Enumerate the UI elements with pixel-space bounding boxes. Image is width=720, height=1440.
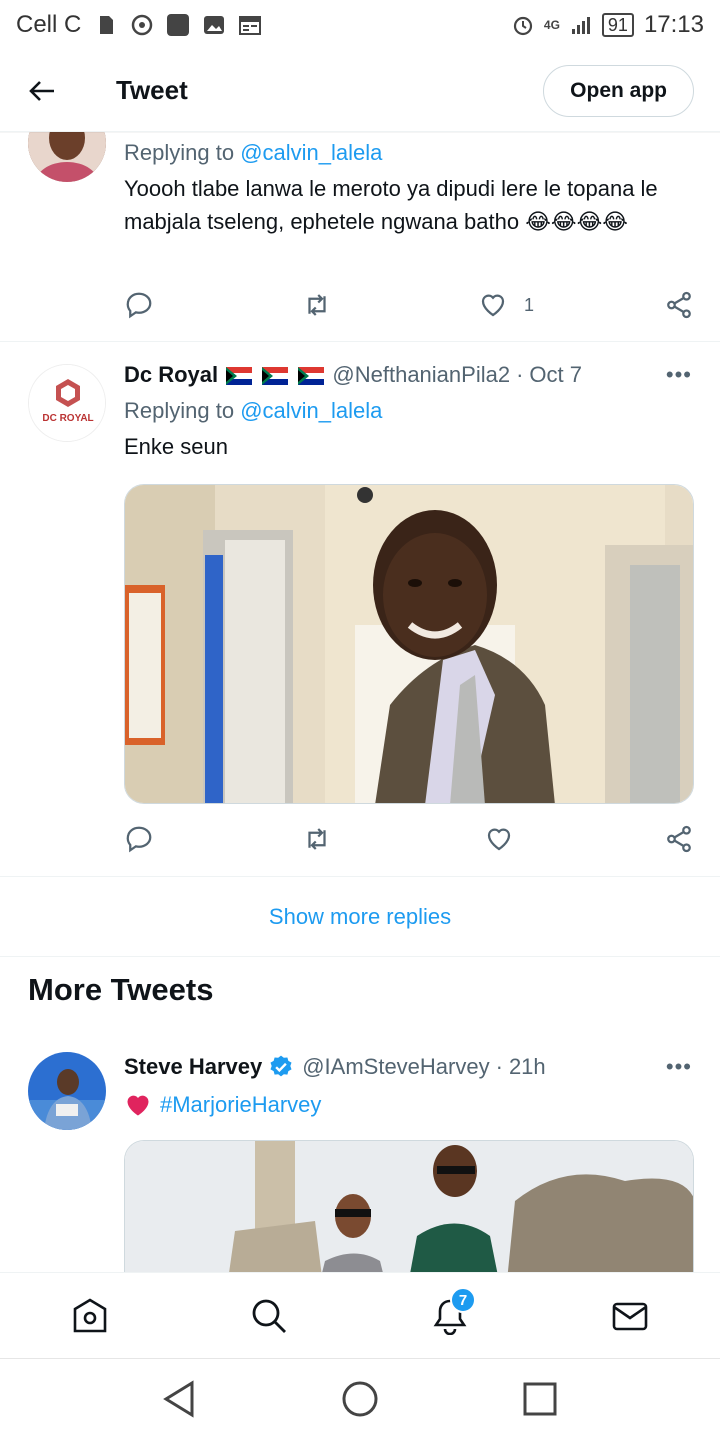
south-africa-flag-icon [226,367,253,386]
system-navigation-bar [0,1358,720,1440]
hashtag-link[interactable]: #MarjorieHarvey [160,1088,321,1121]
messages-icon[interactable] [611,1297,649,1335]
author-handle[interactable]: @NefthanianPila2 [332,362,510,388]
tweet-image[interactable] [124,484,694,804]
show-more-replies-link[interactable]: Show more replies [0,877,720,957]
retweet-button[interactable] [302,290,332,320]
replying-to: Replying to @calvin_lalela [124,140,694,166]
verified-badge-icon [268,1054,294,1080]
avatar[interactable]: DC ROYAL [28,364,106,442]
home-icon[interactable] [71,1297,109,1335]
gallery-icon [203,14,225,36]
separator-dot: · [516,362,524,387]
tweet-text: Yoooh tlabe lanwa le meroto ya dipudi le… [124,176,658,234]
alarm-icon [512,14,534,36]
tweet-text-row: #MarjorieHarvey [124,1088,694,1121]
separator-dot: · [495,1054,503,1079]
like-count: 1 [524,294,535,315]
signal-icon [570,14,592,36]
replying-handle-link[interactable]: @calvin_lalela [240,398,382,423]
tweet-header: Steve Harvey @IAmSteveHarvey · 21h [124,1054,694,1080]
heart-icon [487,828,511,851]
south-africa-flag-icon [298,367,325,386]
app-notification-icon [167,14,190,36]
red-heart-icon [124,1091,152,1119]
page-title: Tweet [116,75,188,105]
reply-button[interactable] [124,290,154,320]
author-handle[interactable]: @IAmSteveHarvey [302,1054,489,1080]
reply-tweet[interactable]: DC ROYAL Dc Royal @NefthanianPila2 · Oct… [0,342,720,877]
system-home-icon[interactable] [340,1379,380,1419]
reply-icon [126,292,152,319]
tweet-time[interactable]: 21h [509,1054,546,1080]
reply-icon [126,826,152,853]
battery-level: 91 [601,13,634,37]
clock: 17:13 [643,11,704,38]
avatar[interactable] [28,1052,106,1130]
system-recents-icon[interactable] [520,1379,560,1419]
network-type-label: 4G [543,17,560,32]
author-name[interactable]: Dc Royal [124,362,218,388]
photo-couple-outdoors [125,1141,693,1272]
avatar-logo-text: DC ROYAL [42,413,93,424]
like-button[interactable]: 1 [478,290,534,320]
tweet-text: Enke seun [124,434,228,459]
sd-card-icon [95,14,117,36]
system-back-icon[interactable] [160,1379,200,1419]
tweet-image[interactable] [124,1140,694,1272]
tweet-actions [124,824,694,854]
top-app-bar: Tweet Open app [0,50,720,132]
notifications-badge: 7 [450,1287,476,1313]
tweet-date[interactable]: Oct 7 [529,362,582,388]
replying-to: Replying to @calvin_lalela [124,398,694,424]
replying-handle-link[interactable]: @calvin_lalela [240,140,382,165]
retweet-icon [308,828,326,850]
share-icon [667,291,691,319]
more-options-icon[interactable]: ••• [666,362,692,388]
flag-emojis [222,362,325,388]
more-tweets-heading: More Tweets [28,972,214,1007]
more-options-icon[interactable]: ••• [666,1054,692,1080]
status-bar: Cell C 4G 91 17:13 [0,0,720,50]
carrier-label: Cell C [16,11,82,38]
open-app-button[interactable]: Open app [543,64,694,117]
back-arrow-icon[interactable] [28,77,56,105]
reply-button[interactable] [124,824,154,854]
retweet-button[interactable] [302,824,332,854]
more-tweet[interactable]: Steve Harvey @IAmSteveHarvey · 21h #Marj… [0,1030,720,1272]
author-name[interactable]: Steve Harvey [124,1054,262,1080]
heart-icon [481,294,505,317]
tweet-header: Dc Royal @NefthanianPila2 · Oct 7 [124,362,694,388]
hotspot-icon [131,14,153,36]
retweet-icon [308,294,326,316]
share-button[interactable] [664,290,694,320]
search-icon[interactable] [250,1297,288,1335]
share-icon [667,825,691,853]
photo-man-in-suit [125,485,693,803]
reply-tweet[interactable]: Replying to @calvin_lalela Yoooh tlabe l… [0,104,720,342]
south-africa-flag-icon [262,367,289,386]
share-button[interactable] [664,824,694,854]
replying-prefix: Replying to [124,140,235,165]
calendar-icon [239,14,262,36]
like-button[interactable] [484,824,514,854]
replying-prefix: Replying to [124,398,235,423]
bottom-navigation: 7 [0,1272,720,1358]
tweet-actions: 1 [124,290,694,320]
